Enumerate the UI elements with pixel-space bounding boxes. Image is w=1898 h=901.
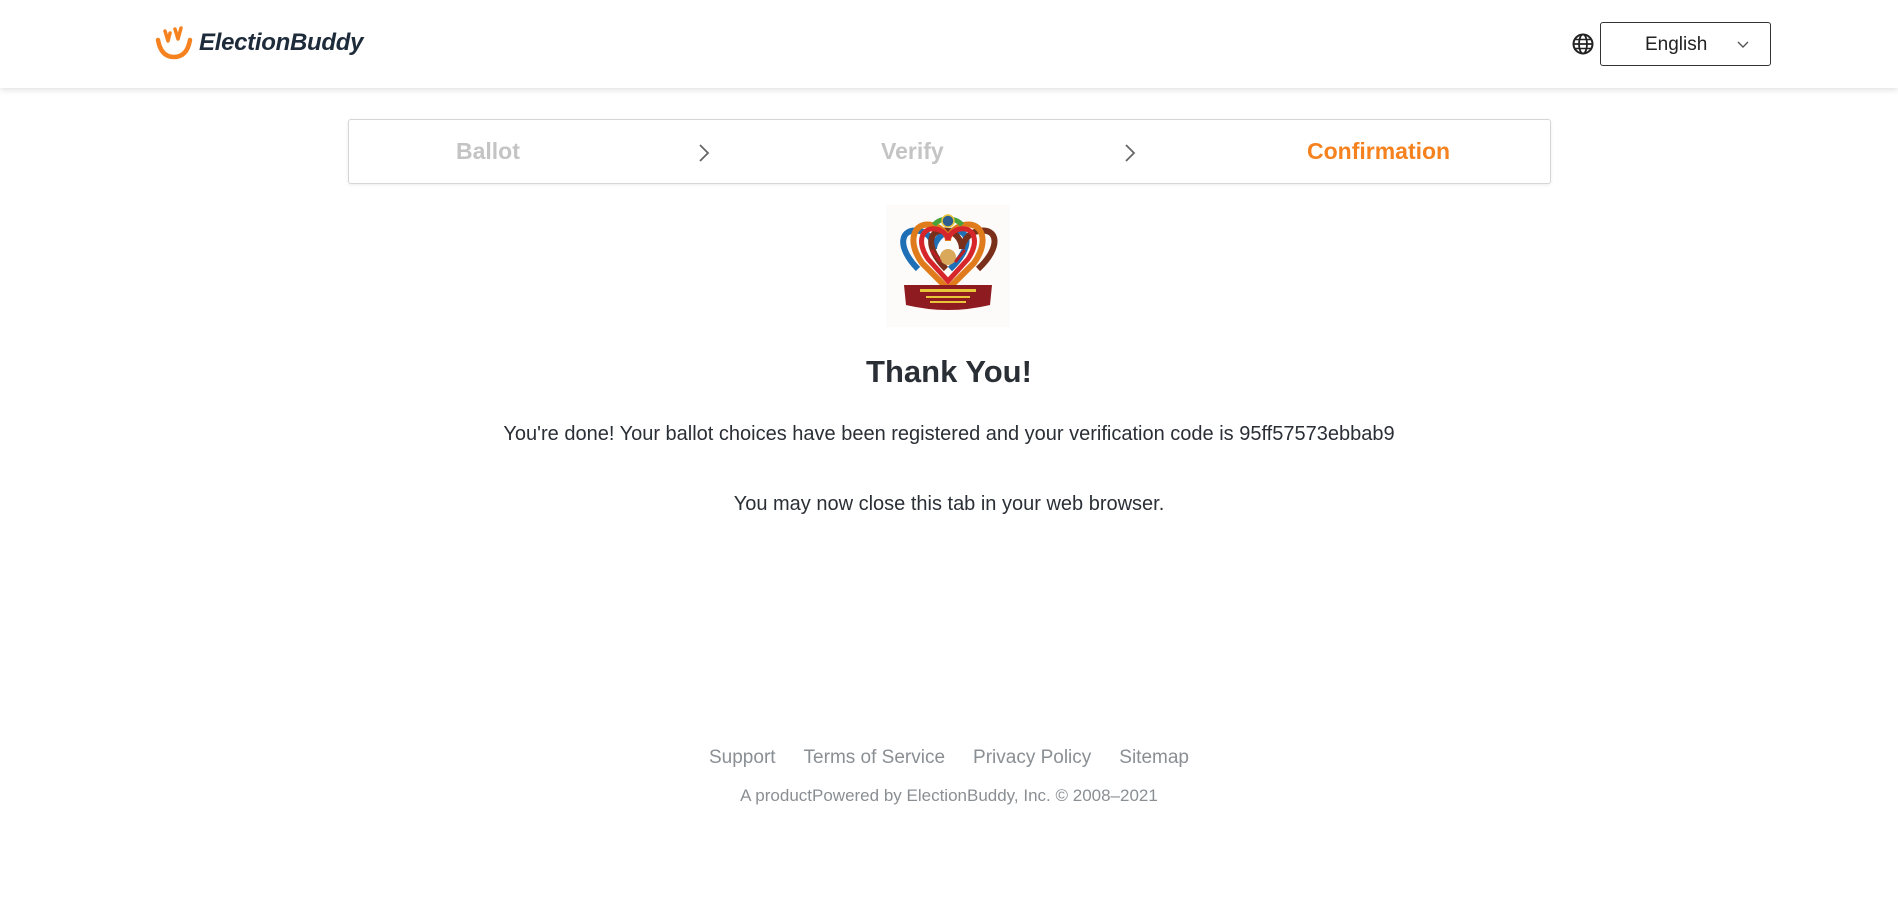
chevron-down-icon (1737, 41, 1749, 48)
top-navbar: ElectionBuddy English (0, 0, 1898, 88)
electionbuddy-logo-icon (155, 26, 193, 60)
copyright-text: A productPowered by ElectionBuddy, Inc. … (740, 786, 1158, 805)
organization-emblem (886, 205, 1010, 327)
brand-name: ElectionBuddy (199, 29, 364, 56)
footer-link-privacy[interactable]: Privacy Policy (973, 747, 1091, 769)
progress-steps: Ballot Verify Confirmation (348, 119, 1551, 184)
globe-icon (1572, 33, 1594, 55)
footer-link-sitemap[interactable]: Sitemap (1119, 747, 1189, 769)
confirmation-message: You're done! Your ballot choices have be… (503, 423, 1395, 445)
close-tab-note: You may now close this tab in your web b… (733, 493, 1165, 515)
language-select-value: English (1645, 34, 1708, 55)
footer-link-terms[interactable]: Terms of Service (804, 747, 945, 769)
step-verify: Verify (881, 138, 944, 164)
footer-links: Support Terms of Service Privacy Policy … (0, 747, 1898, 769)
step-ballot: Ballot (456, 138, 520, 164)
page-title: Thank You! (866, 354, 1032, 389)
chevron-right-icon (699, 144, 710, 162)
step-confirmation: Confirmation (1307, 138, 1451, 164)
chevron-right-icon (1125, 144, 1136, 162)
brand-logo[interactable]: ElectionBuddy (155, 24, 363, 62)
footer-link-support[interactable]: Support (709, 747, 776, 769)
language-select[interactable]: English (1600, 22, 1771, 66)
